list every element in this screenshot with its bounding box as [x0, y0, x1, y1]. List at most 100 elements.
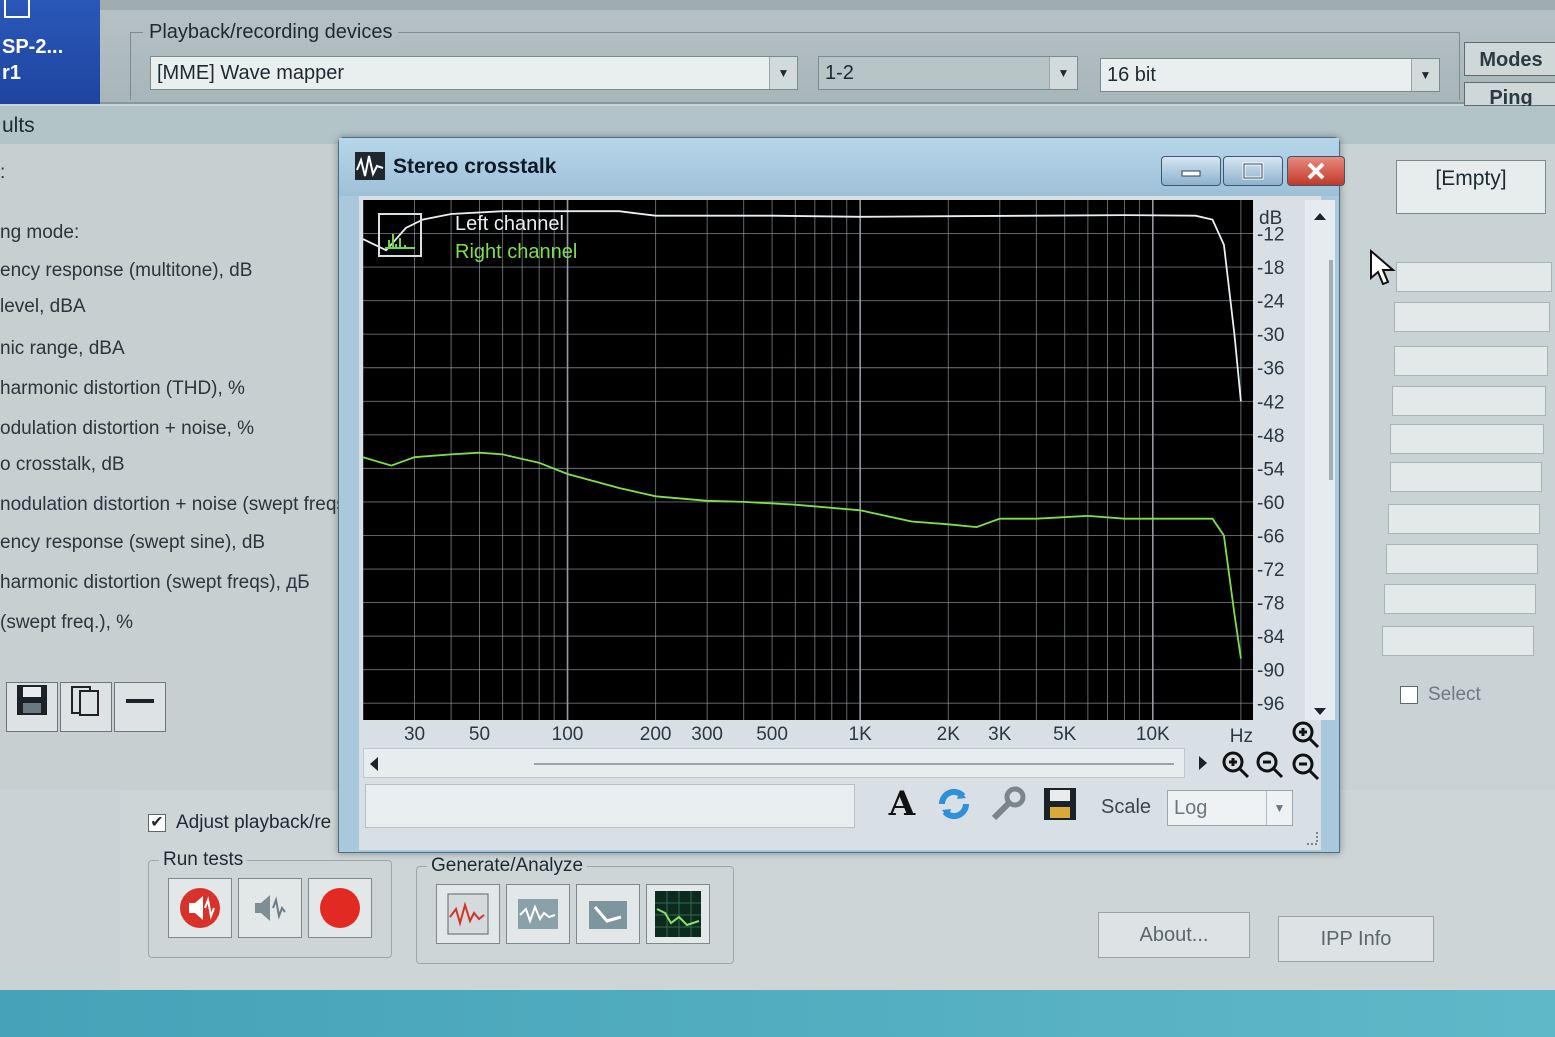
chevron-down-icon[interactable]: ▼ — [769, 57, 797, 89]
waveform-app-icon — [355, 152, 385, 180]
test-label[interactable]: (swept freq.), % — [0, 612, 133, 634]
spectrum-button[interactable] — [646, 884, 710, 944]
close-button[interactable] — [1287, 156, 1345, 186]
zoom-in-y-icon[interactable] — [1291, 720, 1321, 750]
adjust-checkbox-row[interactable]: ✔ Adjust playback/re — [148, 812, 331, 834]
device-select-value: [MME] Wave mapper — [157, 62, 345, 84]
copy-icon[interactable] — [60, 682, 112, 732]
status-field — [365, 784, 855, 828]
channels-select-value: 1-2 — [825, 62, 854, 84]
adjust-label: Adjust playback/re — [176, 812, 332, 833]
spectrum-icon — [655, 891, 701, 937]
select-label: Select — [1428, 684, 1481, 705]
channels-select[interactable]: 1-2 ▼ — [818, 56, 1078, 90]
result-field — [1384, 584, 1536, 614]
left-strip-label-2: r1 — [2, 62, 21, 84]
test-label[interactable]: ency response (multitone), dB — [0, 260, 252, 282]
dialog-client: Left channel Right channel 30 50 100 200 300… — [359, 196, 1335, 850]
y-tick-label: -90 — [1257, 661, 1284, 682]
waveform-analyze-icon — [518, 899, 558, 929]
menu-icon[interactable] — [4, 0, 30, 18]
select-checkbox[interactable] — [1400, 685, 1418, 704]
text-annotation-icon[interactable]: A — [879, 780, 925, 828]
y-tick-label: -66 — [1257, 526, 1284, 547]
x-tick-label: 30 — [404, 724, 425, 745]
y-tick-label: -78 — [1257, 594, 1284, 615]
test-label[interactable]: level, dBA — [0, 296, 86, 318]
speaker-icon — [180, 888, 220, 928]
about-button[interactable]: About... — [1098, 912, 1250, 958]
minimize-button[interactable] — [1161, 156, 1221, 186]
ping-button[interactable]: Ping — [1464, 82, 1555, 109]
run-volume-button[interactable] — [238, 878, 302, 938]
ipp-info-button[interactable]: IPP Info — [1278, 916, 1434, 962]
generate-button-3[interactable] — [576, 884, 640, 944]
waveform-generate-icon — [447, 893, 489, 935]
hscroll-thumb[interactable] — [534, 763, 1174, 765]
test-label[interactable]: o crosstalk, dB — [0, 454, 125, 476]
result-field — [1390, 424, 1544, 454]
run-playback-button[interactable] — [168, 878, 232, 938]
chart-svg: Left channel Right channel — [363, 200, 1253, 720]
dialog-titlebar[interactable]: Stereo crosstalk — [339, 138, 1345, 196]
result-field — [1390, 462, 1542, 492]
remove-icon[interactable] — [114, 682, 166, 732]
chevron-down-icon[interactable]: ▼ — [1411, 59, 1439, 91]
test-label[interactable]: harmonic distortion (THD), % — [0, 378, 245, 400]
test-label[interactable]: harmonic distortion (swept freqs), дБ — [0, 572, 310, 594]
resize-grip-icon[interactable] — [1303, 830, 1319, 846]
y-tick-label: -48 — [1257, 426, 1284, 447]
chevron-down-icon[interactable]: ▼ — [1049, 57, 1077, 89]
y-tick-label: -60 — [1257, 493, 1284, 514]
x-tick-label: 3K — [988, 724, 1012, 745]
dialog-title: Stereo crosstalk — [393, 155, 557, 178]
scroll-thumb[interactable] — [1329, 260, 1333, 480]
maximize-button[interactable] — [1223, 156, 1283, 186]
x-tick-label: 50 — [469, 724, 490, 745]
save-icon[interactable] — [6, 682, 58, 732]
result-field — [1394, 302, 1550, 332]
scale-label: Scale — [1101, 796, 1152, 818]
y-tick-label: -84 — [1257, 627, 1285, 648]
test-label[interactable]: odulation distortion + noise, % — [0, 418, 254, 440]
test-label[interactable]: ency response (swept sine), dB — [0, 532, 265, 554]
y-tick-label: -36 — [1257, 359, 1284, 380]
save-icon[interactable] — [1037, 780, 1083, 828]
scale-select[interactable]: Log ▼ — [1167, 790, 1293, 826]
devices-legend: Playback/recording devices — [143, 21, 399, 44]
refresh-icon[interactable] — [931, 780, 977, 828]
test-label: ng mode: — [0, 222, 80, 243]
test-label[interactable]: nodulation distortion + noise (swept fre… — [0, 494, 346, 516]
results-header-label: ults — [2, 114, 35, 137]
stereo-crosstalk-window: Stereo crosstalk Left channel Right chan… — [338, 137, 1345, 853]
chevron-down-icon[interactable]: ▼ — [1266, 791, 1292, 825]
spectrum-mini-icon — [385, 234, 415, 249]
zoom-in-x-icon[interactable] — [1221, 750, 1251, 780]
x-tick-label: 100 — [552, 724, 584, 745]
generate-button-1[interactable] — [436, 884, 500, 944]
horizontal-scrollbar[interactable] — [363, 748, 1185, 778]
bit-depth-select-value: 16 bit — [1107, 64, 1156, 86]
y-tick-label: -96 — [1257, 694, 1284, 715]
zoom-out-x-icon[interactable] — [1255, 750, 1285, 780]
vertical-scrollbar[interactable] — [1305, 200, 1335, 720]
select-checkbox-row[interactable]: Select — [1400, 684, 1481, 706]
bit-depth-select[interactable]: 16 bit ▼ — [1100, 58, 1440, 92]
settings-wrench-icon[interactable] — [985, 780, 1031, 828]
test-label[interactable]: nic range, dBA — [0, 338, 125, 360]
device-toolbar: Playback/recording devices [MME] Wave ma… — [100, 0, 1555, 109]
generate-button-2[interactable] — [506, 884, 570, 944]
close-icon — [1307, 162, 1325, 180]
chart-legend: Left channel Right channel — [378, 213, 577, 263]
result-field — [1388, 504, 1540, 534]
series-line-left-channel — [363, 210, 1242, 402]
zoom-out-y-icon[interactable] — [1291, 752, 1321, 782]
scroll-left-icon[interactable] — [368, 757, 380, 771]
scroll-right-icon[interactable] — [1197, 756, 1209, 770]
device-select[interactable]: [MME] Wave mapper ▼ — [150, 56, 798, 90]
series-line-right-channel — [363, 451, 1242, 659]
record-button[interactable] — [308, 878, 372, 938]
empty-slot-button[interactable]: [Empty] — [1396, 160, 1546, 214]
modes-button[interactable]: Modes — [1464, 42, 1555, 76]
adjust-checkbox[interactable]: ✔ — [148, 813, 166, 832]
